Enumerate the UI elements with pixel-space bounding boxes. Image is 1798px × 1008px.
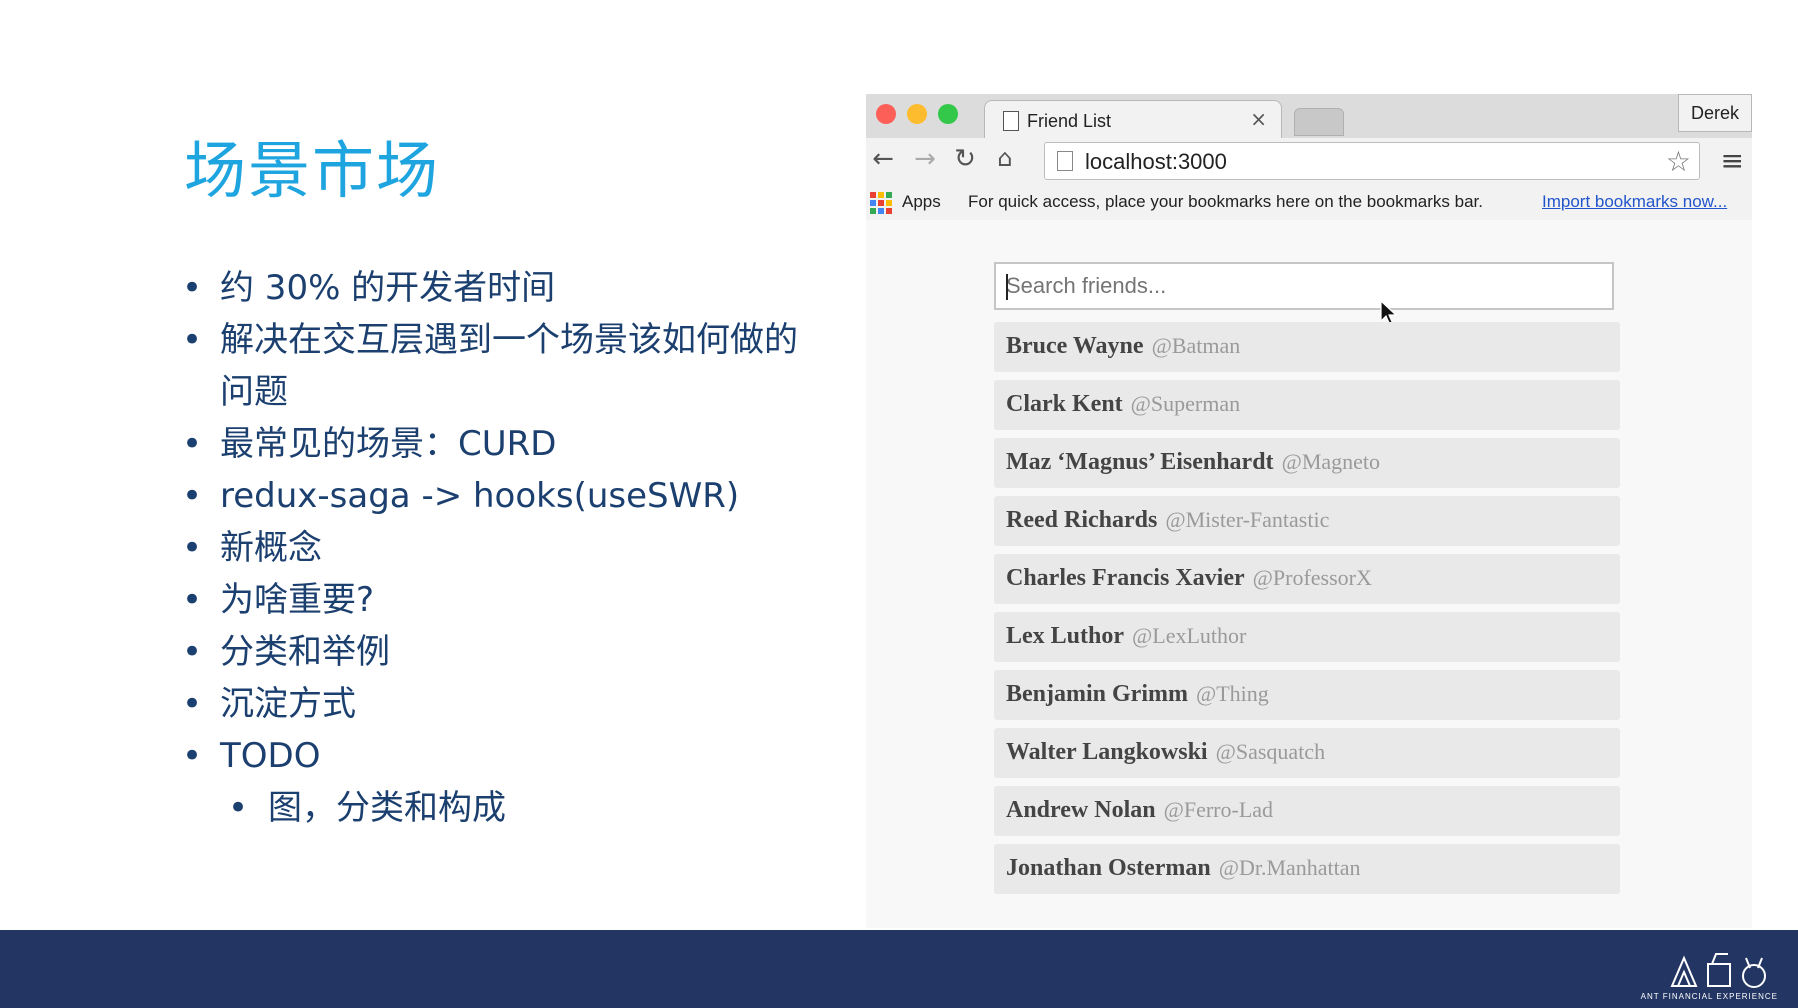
bullet-item: redux-saga -> hooks(useSWR) bbox=[182, 470, 822, 522]
apps-icon[interactable] bbox=[870, 192, 892, 214]
apps-label[interactable]: Apps bbox=[902, 192, 941, 212]
reload-icon[interactable]: ↻ bbox=[950, 144, 980, 174]
bullet-item: 约 30% 的开发者时间 bbox=[182, 262, 822, 314]
friend-handle: @Magneto bbox=[1281, 449, 1381, 474]
friend-row[interactable]: Maz ‘Magnus’ Eisenhardt @Magneto bbox=[994, 438, 1620, 488]
home-icon[interactable]: ⌂ bbox=[990, 144, 1020, 172]
friend-row[interactable]: Jonathan Osterman @Dr.Manhattan bbox=[994, 844, 1620, 894]
friend-row[interactable]: Clark Kent @Superman bbox=[994, 380, 1620, 430]
close-window-button[interactable] bbox=[876, 104, 896, 124]
friend-name: Charles Francis Xavier bbox=[1006, 565, 1245, 591]
friend-name: Bruce Wayne bbox=[1006, 333, 1144, 359]
search-input[interactable] bbox=[994, 262, 1614, 310]
friend-handle: @Mister-Fantastic bbox=[1165, 507, 1330, 532]
bullet-item: 解决在交互层遇到一个场景该如何做的问题 bbox=[182, 314, 822, 418]
bullet-item: TODO bbox=[182, 730, 822, 782]
new-tab-button[interactable] bbox=[1294, 108, 1344, 136]
tab-title: Friend List bbox=[1027, 111, 1112, 131]
brand-logo-icon bbox=[1670, 953, 1766, 988]
friend-handle: @Thing bbox=[1195, 681, 1269, 706]
bullet-list: 约 30% 的开发者时间 解决在交互层遇到一个场景该如何做的问题 最常见的场景：… bbox=[182, 262, 822, 834]
friend-handle: @Batman bbox=[1151, 333, 1241, 358]
friend-name: Lex Luthor bbox=[1006, 623, 1125, 649]
browser-window: Friend List × Derek ← → ↻ ⌂ localhost:30… bbox=[866, 94, 1752, 928]
friend-row[interactable]: Bruce Wayne @Batman bbox=[994, 322, 1620, 372]
friend-name: Clark Kent bbox=[1006, 391, 1123, 417]
friend-row[interactable]: Reed Richards @Mister-Fantastic bbox=[994, 496, 1620, 546]
import-bookmarks-link[interactable]: Import bookmarks now... bbox=[1542, 192, 1727, 212]
star-icon[interactable]: ☆ bbox=[1666, 145, 1691, 178]
friend-handle: @ProfessorX bbox=[1252, 565, 1372, 590]
profile-button[interactable]: Derek bbox=[1678, 94, 1752, 132]
friend-name: Benjamin Grimm bbox=[1006, 681, 1188, 707]
url-text: localhost:3000 bbox=[1085, 149, 1227, 174]
text-caret bbox=[1006, 274, 1008, 300]
friend-handle: @Dr.Manhattan bbox=[1218, 855, 1361, 880]
friend-name: Reed Richards bbox=[1006, 507, 1158, 533]
bullet-item: 沉淀方式 bbox=[182, 678, 822, 730]
friend-row[interactable]: Lex Luthor @LexLuthor bbox=[994, 612, 1620, 662]
hamburger-menu-icon[interactable]: ≡ bbox=[1721, 144, 1744, 177]
friend-name: Maz ‘Magnus’ Eisenhardt bbox=[1006, 449, 1274, 475]
footer-bar: ANT FINANCIAL EXPERIENCE bbox=[0, 930, 1798, 1008]
friend-row[interactable]: Benjamin Grimm @Thing bbox=[994, 670, 1620, 720]
friend-row[interactable]: Charles Francis Xavier @ProfessorX bbox=[994, 554, 1620, 604]
brand-text: ANT FINANCIAL EXPERIENCE bbox=[1640, 992, 1778, 1001]
friend-handle: @Ferro-Lad bbox=[1163, 797, 1274, 822]
minimize-window-button[interactable] bbox=[907, 104, 927, 124]
friend-row[interactable]: Andrew Nolan @Ferro-Lad bbox=[994, 786, 1620, 836]
bookmarks-bar: Apps For quick access, place your bookma… bbox=[866, 184, 1752, 221]
bullet-item: 新概念 bbox=[182, 522, 822, 574]
address-bar[interactable]: localhost:3000 ☆ bbox=[1044, 142, 1700, 180]
tab-friend-list[interactable]: Friend List × bbox=[984, 100, 1282, 141]
bullet-item: 分类和举例 bbox=[182, 626, 822, 678]
friend-name: Walter Langkowski bbox=[1006, 739, 1208, 765]
friend-name: Jonathan Osterman bbox=[1006, 855, 1211, 881]
friend-row[interactable]: Walter Langkowski @Sasquatch bbox=[994, 728, 1620, 778]
forward-arrow-icon[interactable]: → bbox=[910, 144, 940, 174]
friend-handle: @Sasquatch bbox=[1215, 739, 1326, 764]
tab-bar: Friend List × Derek bbox=[866, 94, 1752, 141]
bullet-item: 为啥重要? bbox=[182, 574, 822, 626]
document-icon bbox=[1003, 111, 1019, 131]
friend-handle: @LexLuthor bbox=[1132, 623, 1247, 648]
zoom-window-button[interactable] bbox=[938, 104, 958, 124]
bullet-item: 最常见的场景：CURD bbox=[182, 418, 822, 470]
page-icon bbox=[1057, 151, 1073, 171]
tab-close-icon[interactable]: × bbox=[1250, 107, 1267, 131]
sub-bullet-item: 图，分类和构成 bbox=[182, 782, 822, 834]
friend-handle: @Superman bbox=[1130, 391, 1241, 416]
page-content: Bruce Wayne @Batman Clark Kent @Superman M… bbox=[866, 220, 1752, 928]
slide-title: 场景市场 bbox=[184, 134, 441, 207]
friend-name: Andrew Nolan bbox=[1006, 797, 1156, 823]
browser-toolbar: ← → ↻ ⌂ localhost:3000 ☆ ≡ bbox=[866, 138, 1752, 184]
back-arrow-icon[interactable]: ← bbox=[868, 144, 898, 174]
bookmarks-hint: For quick access, place your bookmarks h… bbox=[968, 192, 1483, 211]
